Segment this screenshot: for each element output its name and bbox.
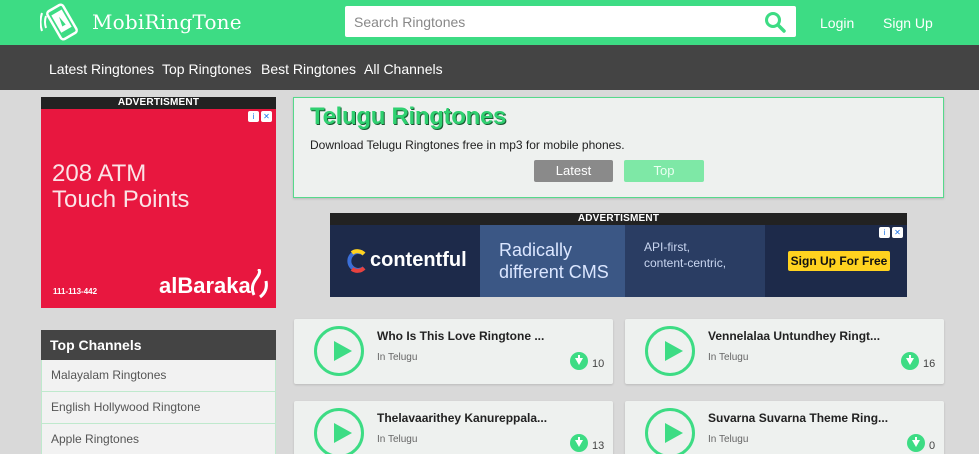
play-icon[interactable] bbox=[645, 326, 695, 376]
ad-label: ADVERTISMENT bbox=[330, 213, 907, 225]
ringtone-card[interactable]: Thelavaarithey Kanureppala... In Telugu … bbox=[294, 401, 613, 454]
sidebar-advertisement[interactable]: ADVERTISMENT i ✕ 208 ATM Touch Points 11… bbox=[41, 97, 276, 308]
ad-close-icon[interactable]: ✕ bbox=[892, 227, 903, 238]
download-count: 13 bbox=[592, 440, 605, 452]
nav-best-ringtones[interactable]: Best Ringtones bbox=[261, 61, 356, 77]
ad-headline-line2: different CMS bbox=[499, 262, 609, 282]
ad-segment-headline: Radically different CMS bbox=[480, 225, 625, 297]
search-box bbox=[345, 6, 796, 37]
ad-info-icon[interactable]: i bbox=[879, 227, 890, 238]
ad-segment-subtext: API-first, content-centric, bbox=[625, 225, 765, 297]
signup-link[interactable]: Sign Up bbox=[883, 15, 933, 31]
site-logo[interactable]: MobiRingTone bbox=[39, 2, 242, 42]
download-icon[interactable] bbox=[907, 434, 925, 452]
search-icon[interactable] bbox=[764, 11, 786, 33]
ad-brand: alBaraka bbox=[159, 273, 251, 298]
play-icon[interactable] bbox=[314, 408, 364, 454]
banner-advertisement[interactable]: ADVERTISMENT i ✕ contentful Radically di… bbox=[330, 213, 907, 297]
channel-item-apple[interactable]: Apple Ringtones bbox=[41, 424, 276, 454]
ringtone-card[interactable]: Suvarna Suvarna Theme Ring... In Telugu … bbox=[625, 401, 944, 454]
category-header-panel: Telugu Ringtones Download Telugu Rington… bbox=[293, 97, 944, 198]
page-title: Telugu Ringtones bbox=[310, 103, 507, 130]
ringtone-card[interactable]: Who Is This Love Ringtone ... In Telugu … bbox=[294, 319, 613, 384]
ringtone-category: In Telugu bbox=[708, 434, 749, 445]
site-header: MobiRingTone Login Sign Up bbox=[0, 0, 979, 45]
download-icon[interactable] bbox=[901, 352, 919, 370]
albaraka-logo-icon bbox=[248, 267, 272, 304]
ad-label: ADVERTISMENT bbox=[41, 97, 276, 109]
ad-segment-brand: contentful bbox=[330, 225, 480, 297]
download-icon[interactable] bbox=[570, 352, 588, 370]
page-description: Download Telugu Ringtones free in mp3 fo… bbox=[310, 138, 625, 152]
ad-subtext-line2: content-centric, bbox=[644, 256, 727, 270]
ad-headline-line1: Radically bbox=[499, 240, 573, 260]
sort-top-button[interactable]: Top bbox=[624, 160, 704, 182]
channel-item-english-hollywood[interactable]: English Hollywood Ringtone bbox=[41, 392, 276, 424]
download-count: 10 bbox=[592, 358, 605, 370]
ad-headline-line2: Touch Points bbox=[52, 186, 190, 213]
ringtone-category: In Telugu bbox=[377, 434, 418, 445]
ringtone-title[interactable]: Thelavaarithey Kanureppala... bbox=[377, 411, 547, 425]
phone-logo-icon bbox=[39, 2, 86, 42]
top-channels-panel: Top Channels Malayalam Ringtones English… bbox=[41, 330, 276, 454]
play-icon[interactable] bbox=[314, 326, 364, 376]
logo-text: MobiRingTone bbox=[92, 10, 242, 34]
ringtone-title[interactable]: Suvarna Suvarna Theme Ring... bbox=[708, 411, 888, 425]
main-nav: Latest Ringtones Top Ringtones Best Ring… bbox=[0, 45, 979, 90]
download-icon[interactable] bbox=[570, 434, 588, 452]
contentful-logo-icon bbox=[346, 249, 368, 278]
ad-subtext-line1: API-first, bbox=[644, 240, 691, 254]
ad-choices[interactable]: i ✕ bbox=[248, 111, 272, 122]
login-link[interactable]: Login bbox=[820, 15, 854, 31]
ringtone-title[interactable]: Vennelalaa Untundhey Ringt... bbox=[708, 329, 880, 343]
ad-choices[interactable]: i ✕ bbox=[879, 227, 903, 238]
ringtone-category: In Telugu bbox=[708, 352, 749, 363]
ad-brand: contentful bbox=[370, 249, 467, 271]
download-count: 0 bbox=[929, 440, 936, 452]
ad-cta-button[interactable]: Sign Up For Free bbox=[788, 251, 890, 271]
ringtone-title[interactable]: Who Is This Love Ringtone ... bbox=[377, 329, 544, 343]
play-icon[interactable] bbox=[645, 408, 695, 454]
ringtone-category: In Telugu bbox=[377, 352, 418, 363]
nav-all-channels[interactable]: All Channels bbox=[364, 61, 443, 77]
ad-subtext: API-first, content-centric, bbox=[644, 239, 726, 271]
ad-close-icon[interactable]: ✕ bbox=[261, 111, 272, 122]
top-channels-title: Top Channels bbox=[41, 330, 276, 360]
ad-headline-line1: 208 ATM bbox=[52, 160, 147, 187]
ad-phone: 111-113-442 bbox=[53, 287, 98, 296]
channel-item-malayalam[interactable]: Malayalam Ringtones bbox=[41, 360, 276, 392]
ad-headline: Radically different CMS bbox=[499, 239, 609, 283]
sort-latest-button[interactable]: Latest bbox=[534, 160, 613, 182]
download-count: 16 bbox=[923, 358, 936, 370]
ad-info-icon[interactable]: i bbox=[248, 111, 259, 122]
search-input[interactable] bbox=[345, 6, 745, 37]
nav-latest-ringtones[interactable]: Latest Ringtones bbox=[49, 61, 154, 77]
nav-top-ringtones[interactable]: Top Ringtones bbox=[162, 61, 252, 77]
ringtone-card[interactable]: Vennelalaa Untundhey Ringt... In Telugu … bbox=[625, 319, 944, 384]
ad-headline: 208 ATM Touch Points bbox=[52, 161, 189, 213]
